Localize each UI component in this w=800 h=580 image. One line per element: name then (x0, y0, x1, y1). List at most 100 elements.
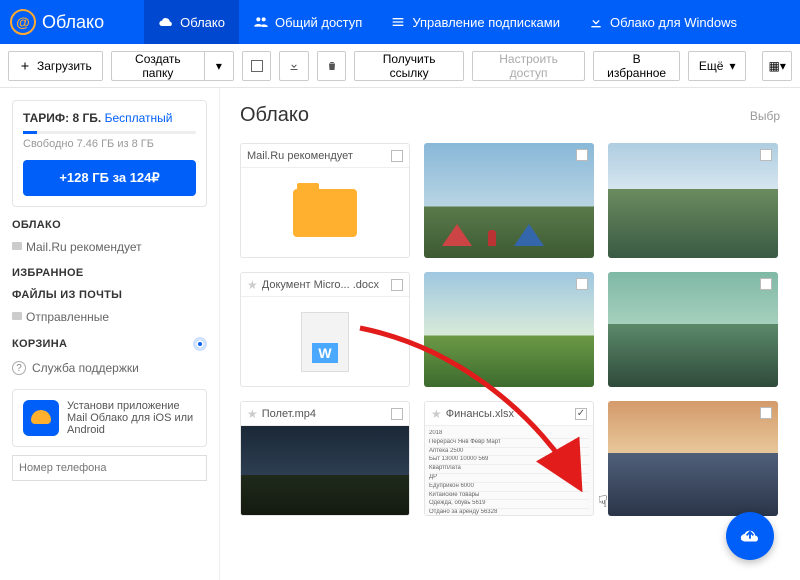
checkbox-icon (251, 60, 263, 72)
app-cloud-icon (23, 400, 59, 436)
access-label: Настроить доступ (483, 52, 575, 80)
section-cloud-title: ОБЛАКО (12, 219, 207, 231)
tariff-label: ТАРИФ: 8 ГБ. (23, 111, 101, 125)
page-title-text: Облако (240, 104, 309, 127)
tab-subscriptions[interactable]: Управление подписками (376, 0, 574, 44)
tile-docx[interactable]: ★ Документ Micro... .docx W (240, 272, 410, 387)
tile-recommend-folder[interactable]: Mail.Ru рекомендует (240, 143, 410, 258)
support-link[interactable]: ? Служба поддержки (12, 361, 207, 375)
tile-name: Полет.mp4 (262, 408, 387, 420)
new-folder-dropdown[interactable]: ▾ (205, 51, 234, 81)
help-icon: ? (12, 361, 26, 375)
spreadsheet-preview: 2018Перерасч Янв Февр МартАптека 2500Быт… (425, 426, 593, 515)
main-area: ТАРИФ: 8 ГБ. Бесплатный Свободно 7.46 ГБ… (0, 88, 800, 580)
view-mode-button[interactable]: ▦▾ (762, 51, 792, 81)
storage-usage: Свободно 7.46 ГБ из 8 ГБ (23, 138, 196, 150)
get-link-label: Получить ссылку (365, 52, 452, 80)
tile-checkbox[interactable] (576, 278, 588, 290)
tab-shared-label: Общий доступ (275, 15, 362, 30)
mobile-promo: Установи приложение Mail Облако для iOS … (12, 389, 207, 447)
person-icon (488, 230, 496, 246)
cloud-icon (158, 14, 174, 30)
star-icon[interactable]: ★ (431, 407, 442, 421)
word-file-icon: W (301, 312, 349, 372)
plus-icon (19, 60, 31, 72)
tent-icon (442, 224, 472, 246)
select-label[interactable]: Выбр (750, 109, 780, 123)
select-all-button[interactable] (242, 51, 272, 81)
tab-subs-label: Управление подписками (412, 15, 560, 30)
brand-logo[interactable]: @ Облако (10, 9, 104, 35)
storage-progress (23, 131, 196, 134)
tab-win-label: Облако для Windows (610, 15, 737, 30)
new-folder-button[interactable]: Создать папку (111, 51, 205, 81)
files-grid: Mail.Ru рекомендует ★ Документ Micro... … (240, 143, 780, 516)
caret-down-icon: ▾ (729, 59, 735, 73)
upload-button[interactable]: Загрузить (8, 51, 103, 81)
tile-image-5[interactable] (608, 401, 778, 516)
favorite-button[interactable]: В избранное (593, 51, 679, 81)
caret-down-icon: ▾ (216, 59, 222, 73)
tile-checkbox[interactable] (391, 408, 403, 420)
support-label: Служба поддержки (32, 361, 139, 375)
video-thumb (241, 426, 409, 515)
tab-shared[interactable]: Общий доступ (239, 0, 376, 44)
phone-input[interactable] (12, 455, 207, 481)
new-folder-group: Создать папку ▾ (111, 51, 234, 81)
tab-cloud[interactable]: Облако (144, 0, 239, 44)
content-area: Облако Выбр Mail.Ru рекомендует (220, 88, 800, 580)
tile-image-2[interactable] (608, 143, 778, 258)
tile-image-1[interactable] (424, 143, 594, 258)
tile-name: Финансы.xlsx (446, 408, 571, 420)
more-label: Ещё (699, 59, 724, 73)
list-icon (390, 14, 406, 30)
nav-tabs: Облако Общий доступ Управление подпискам… (144, 0, 751, 44)
top-navbar: @ Облако Облако Общий доступ Управление … (0, 0, 800, 44)
download-small-icon (288, 60, 300, 72)
tile-xlsx[interactable]: ★ Финансы.xlsx 2018Перерасч Янв Февр Мар… (424, 401, 594, 516)
get-link-button[interactable]: Получить ссылку (354, 51, 463, 81)
access-button[interactable]: Настроить доступ (472, 51, 586, 81)
tab-windows[interactable]: Облако для Windows (574, 0, 751, 44)
section-mail-title: ФАЙЛЫ ИЗ ПОЧТЫ (12, 289, 207, 301)
more-button[interactable]: Ещё ▾ (688, 51, 747, 81)
section-trash[interactable]: КОРЗИНА (12, 337, 207, 351)
tile-checkbox[interactable] (391, 150, 403, 162)
upload-fab[interactable] (726, 512, 774, 560)
upload-label: Загрузить (37, 59, 92, 73)
star-icon[interactable]: ★ (247, 278, 258, 292)
cursor-hand-icon: ☟ (598, 492, 608, 512)
brand-text: Облако (42, 12, 104, 33)
delete-button[interactable] (317, 51, 347, 81)
section-trash-title: КОРЗИНА (12, 338, 67, 350)
tile-checkbox[interactable] (760, 149, 772, 161)
section-mail-files: ФАЙЛЫ ИЗ ПОЧТЫ Отправленные (12, 289, 207, 327)
section-fav-title: ИЗБРАННОЕ (12, 267, 207, 279)
tile-checkbox[interactable] (760, 407, 772, 419)
new-folder-label: Создать папку (122, 52, 194, 80)
tile-video[interactable]: ★ Полет.mp4 (240, 401, 410, 516)
tab-cloud-label: Облако (180, 15, 225, 30)
sidebar-item-sent[interactable]: Отправленные (12, 307, 207, 327)
download-icon (588, 14, 604, 30)
tile-checkbox[interactable] (391, 279, 403, 291)
section-favorites: ИЗБРАННОЕ (12, 267, 207, 279)
download-button[interactable] (279, 51, 309, 81)
tile-image-3[interactable] (424, 272, 594, 387)
star-icon[interactable]: ★ (247, 407, 258, 421)
sidebar-item-recommend[interactable]: Mail.Ru рекомендует (12, 237, 207, 257)
tile-checkbox[interactable] (760, 278, 772, 290)
tariff-box: ТАРИФ: 8 ГБ. Бесплатный Свободно 7.46 ГБ… (12, 100, 207, 207)
tile-image-4[interactable] (608, 272, 778, 387)
tile-checkbox[interactable] (576, 149, 588, 161)
tile-name: Mail.Ru рекомендует (247, 150, 387, 162)
folder-icon (293, 189, 357, 237)
upgrade-button[interactable]: +128 ГБ за 124₽ (23, 160, 196, 196)
tile-checkbox-checked[interactable] (575, 408, 587, 420)
grid-view-icon: ▦▾ (769, 59, 786, 73)
page-header: Облако Выбр (240, 104, 780, 127)
tariff-plan-link[interactable]: Бесплатный (105, 111, 173, 125)
favorite-label: В избранное (604, 52, 668, 80)
sidebar: ТАРИФ: 8 ГБ. Бесплатный Свободно 7.46 ГБ… (0, 88, 220, 580)
promo-text: Установи приложение Mail Облако для iOS … (67, 400, 193, 436)
